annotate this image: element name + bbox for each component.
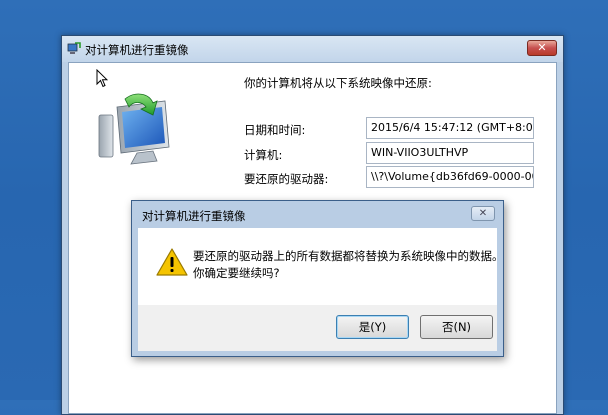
title-bar[interactable]: 对计算机进行重镜像 ✕: [62, 36, 563, 62]
dialog-body: 要还原的驱动器上的所有数据都将替换为系统映像中的数据。 你确定要继续吗?: [138, 228, 504, 305]
computer-field[interactable]: WIN-VIIO3ULTHVP: [366, 142, 534, 164]
drive-label: 要还原的驱动器:: [244, 172, 329, 186]
no-button[interactable]: 否(N): [420, 315, 493, 339]
restore-intro-text: 你的计算机将从以下系统映像中还原:: [244, 76, 432, 90]
datetime-label: 日期和时间:: [244, 123, 306, 137]
mouse-cursor-icon: [96, 69, 108, 88]
computer-restore-icon: [98, 93, 170, 165]
dialog-message-line2: 你确定要继续吗?: [193, 266, 280, 280]
drive-field[interactable]: \\?\Volume{db36fd69-0000-0000-: [366, 166, 534, 188]
confirm-dialog: 对计算机进行重镜像 ✕ 要还原的驱动器上的所有数据都将替换为系统映像中的数据。 …: [131, 200, 504, 357]
dialog-title: 对计算机进行重镜像: [142, 209, 246, 223]
dialog-message-line1: 要还原的驱动器上的所有数据都将替换为系统映像中的数据。: [193, 249, 504, 263]
warning-icon: [156, 248, 188, 276]
restore-app-icon: [67, 42, 81, 54]
dialog-button-bar: 是(Y) 否(N): [138, 305, 497, 351]
window-title: 对计算机进行重镜像: [85, 43, 189, 57]
dialog-close-button[interactable]: ✕: [471, 206, 495, 221]
datetime-field[interactable]: 2015/6/4 15:47:12 (GMT+8:00): [366, 117, 534, 139]
close-button[interactable]: ✕: [527, 40, 557, 56]
yes-button[interactable]: 是(Y): [336, 315, 409, 339]
computer-label: 计算机:: [244, 148, 283, 162]
